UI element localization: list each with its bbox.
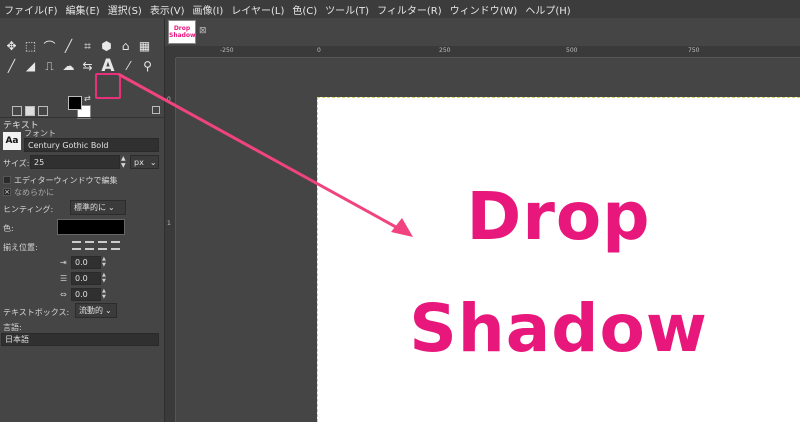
menu-item[interactable]: 表示(V) [150,2,185,17]
letter-spacing-icon: ⇔ [60,290,67,299]
menu-item[interactable]: 編集(E) [66,2,100,17]
tool-icon[interactable]: ⚲ [138,57,157,76]
line-spacing-spin-icon[interactable]: ▲ ▼ [102,272,108,284]
tool-icon[interactable]: ✥ [2,37,21,56]
tool-icon[interactable]: ◢ [21,57,40,76]
hinting-select[interactable]: 標準的に ⌄ [70,200,126,215]
ruler-label: -250 [220,47,234,54]
image-tab-line2: Shadow [169,32,196,39]
tool-icon[interactable]: ⁄ [119,57,138,76]
language-label: 言語: [3,323,22,332]
hinting-value: 標準的に [74,203,106,212]
image-canvas[interactable] [317,97,800,422]
line-spacing-icon: ☰ [60,274,68,283]
menu-item[interactable]: ウィンドウ(W) [450,2,518,17]
menu-item[interactable]: レイヤー(L) [231,2,284,17]
tool-icon[interactable]: ⬢ [97,37,116,56]
tool-icon[interactable]: ▦ [135,37,154,56]
text-box-select[interactable]: 流動的 ⌄ [75,303,117,318]
tool-icon[interactable]: ╱ [2,57,21,76]
chevron-down-icon: ⌄ [149,157,157,167]
justify-label: 揃え位置: [3,243,38,252]
ruler-label: 0 [317,47,321,54]
menu-item[interactable]: ツール(T) [325,2,369,17]
image-tab[interactable]: Drop Shadow [168,20,196,44]
language-input[interactable]: 日本語 [1,333,159,346]
tool-row-1: ✥ ⬚ ⌒ ╱ ⌗ ⬢ ⌂ ▦ [2,36,162,56]
editor-checkbox[interactable] [3,176,11,184]
letter-spacing-input[interactable]: 0.0 [71,288,101,301]
horizontal-ruler[interactable]: -250 0 250 500 750 [176,46,800,58]
tab-icon[interactable] [25,106,35,116]
menu-item[interactable]: 色(C) [292,2,317,17]
indent-input[interactable]: 0.0 [71,256,101,269]
align-right-icon[interactable] [85,241,94,250]
smooth-checkbox[interactable]: × [3,188,11,196]
letter-spacing-spin-icon[interactable]: ▲ ▼ [102,288,108,300]
ruler-label: 250 [439,47,451,54]
tool-icon[interactable]: ⌒ [40,37,59,56]
tool-options-tabs [0,104,165,118]
vertical-ruler[interactable]: 0 1 [165,58,176,422]
tab-icon[interactable] [38,106,48,116]
indent-spin-icon[interactable]: ▲ ▼ [102,256,108,268]
chevron-down-icon: ⌄ [108,203,115,212]
tool-grid: ✥ ⬚ ⌒ ╱ ⌗ ⬢ ⌂ ▦ ╱ ◢ ⎍ ☁ ⇆ A ⁄ ⚲ [2,36,162,77]
text-color-button[interactable] [57,219,125,235]
panel-menu-icon[interactable] [152,106,160,114]
tool-icon[interactable]: ⌂ [116,37,135,56]
color-label: 色: [3,224,14,233]
menu-item[interactable]: フィルター(R) [377,2,442,17]
tool-icon[interactable]: ⎍ [40,57,59,76]
size-label: サイズ: [3,159,30,168]
tool-icon[interactable]: ☁ [59,57,78,76]
tool-icon[interactable]: ⇆ [78,57,97,76]
canvas-text-line2: Shadow [409,290,708,367]
justify-buttons [72,241,120,250]
canvas-text-line1: Drop [466,178,651,255]
text-box-label: テキストボックス: [3,308,70,317]
close-icon[interactable]: ⊠ [199,26,207,36]
menu-item[interactable]: 選択(S) [108,2,142,17]
size-unit-value: px [134,157,144,167]
menu-bar: ファイル(F) 編集(E) 選択(S) 表示(V) 画像(I) レイヤー(L) 色(C) ツー… [0,0,800,18]
size-spin-icon[interactable]: ▲ ▼ [121,155,126,169]
font-input[interactable]: Century Gothic Bold [24,138,159,152]
ruler-label: 750 [688,47,700,54]
swap-colors-icon[interactable]: ⇄ [84,94,91,103]
menu-item[interactable]: ファイル(F) [4,2,58,17]
tab-icon[interactable] [12,106,22,116]
editor-label: エディターウィンドウで編集 [14,176,118,185]
menu-item[interactable]: ヘルプ(H) [525,2,570,17]
text-box-value: 流動的 [79,306,103,315]
tool-icon[interactable]: ╱ [59,37,78,56]
tool-icon[interactable]: ⬚ [21,37,40,56]
text-tool-highlight [95,73,121,99]
smooth-label: なめらかに [14,188,54,197]
align-center-icon[interactable] [98,241,107,250]
align-fill-icon[interactable] [111,241,120,250]
hinting-label: ヒンティング: [3,205,54,214]
font-icon[interactable]: Aa [3,132,21,150]
align-left-icon[interactable] [72,241,81,250]
tool-icon[interactable]: ⌗ [78,37,97,56]
menu-item[interactable]: 画像(I) [193,2,224,17]
ruler-corner [165,46,176,58]
image-tab-line1: Drop [173,25,191,32]
ruler-label: 500 [566,47,578,54]
tool-row-2: ╱ ◢ ⎍ ☁ ⇆ A ⁄ ⚲ [2,56,162,76]
ruler-label: 1 [167,220,171,227]
line-spacing-input[interactable]: 0.0 [71,272,101,285]
chevron-down-icon: ⌄ [105,306,112,315]
size-unit-select[interactable]: px ⌄ [130,155,159,169]
size-input[interactable]: 25 [30,155,120,169]
indent-icon: ⇥ [60,258,67,267]
ruler-label: 0 [167,96,171,103]
